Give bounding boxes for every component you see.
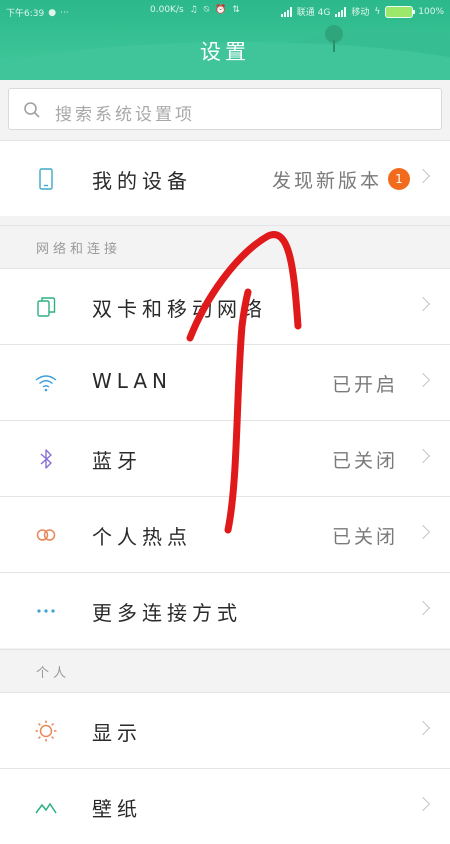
mute-bell-icon: ⍉ (203, 5, 210, 15)
chevron-right-icon (415, 372, 431, 388)
row-value: 已关闭 (331, 526, 398, 548)
status-time: 下午6:39 (6, 9, 45, 19)
section-title: 个人 (36, 666, 71, 681)
hotspot-row[interactable]: 个人热点 已关闭 (0, 497, 450, 573)
section-header-personal: 个人 (0, 649, 450, 693)
charging-icon: ϟ (374, 6, 381, 17)
search-area: 搜索系统设置项 (0, 80, 450, 138)
row-label: 双卡和移动网络 (92, 297, 267, 321)
chevron-right-icon (415, 448, 431, 464)
phone-device-icon (39, 168, 53, 190)
network-speed: 0.00K/s (150, 5, 184, 15)
chevron-right-icon (415, 168, 431, 184)
section-header-network: 网络和连接 (0, 225, 450, 269)
network-group: 双卡和移动网络 WLAN 已开启 蓝牙 已关闭 个人热点 已关闭 更多连接方式 (0, 268, 450, 648)
hotspot-icon (36, 529, 56, 541)
device-group: 我的设备 发现新版本 1 (0, 140, 450, 216)
new-version-text: 发现新版本 (271, 170, 382, 192)
app-header: 下午6:39 ● ··· 0.00K/s ♫ ⍉ ⏰ ⇅ 联通 4G 移动 ϟ … (0, 0, 450, 80)
headphone-icon: ♫ (189, 5, 198, 15)
bluetooth-row[interactable]: 蓝牙 已关闭 (0, 421, 450, 497)
wallpaper-row[interactable]: 壁纸 (0, 769, 450, 844)
row-label: 更多连接方式 (92, 601, 242, 625)
data-transfer-icon: ⇅ (232, 5, 240, 15)
personal-group: 显示 壁纸 (0, 692, 450, 844)
status-bar: 下午6:39 ● ··· 0.00K/s ♫ ⍉ ⏰ ⇅ 联通 4G 移动 ϟ … (0, 0, 450, 24)
signal-icon-2 (335, 6, 347, 17)
battery-percent: 100% (418, 6, 444, 17)
chevron-right-icon (415, 796, 431, 812)
search-placeholder: 搜索系统设置项 (55, 105, 195, 125)
my-device-label: 我的设备 (92, 169, 192, 193)
more-connections-row[interactable]: 更多连接方式 (0, 573, 450, 648)
carrier-label: 联通 4G (296, 8, 331, 18)
row-value: 已关闭 (331, 450, 398, 472)
chevron-right-icon (415, 524, 431, 540)
display-sun-icon (35, 720, 57, 742)
wallpaper-icon (35, 802, 57, 814)
row-label: 蓝牙 (92, 449, 142, 473)
row-label: 壁纸 (92, 797, 142, 821)
row-label: 个人热点 (92, 525, 192, 549)
search-icon (24, 102, 40, 118)
bluetooth-icon (40, 449, 52, 469)
signal-icon (280, 6, 292, 17)
wifi-icon (35, 375, 57, 392)
wlan-row[interactable]: WLAN 已开启 (0, 345, 450, 421)
section-title: 网络和连接 (36, 242, 122, 257)
chevron-right-icon (415, 296, 431, 312)
update-badge: 1 (388, 168, 410, 190)
dual-sim-icon (37, 297, 56, 317)
sidebar-item-dual-sim[interactable]: 双卡和移动网络 (0, 269, 450, 345)
battery-icon (385, 5, 416, 18)
chevron-right-icon (415, 720, 431, 736)
page-title: 设置 (200, 40, 250, 64)
row-label: WLAN (92, 369, 173, 393)
more-dots-icon (37, 609, 55, 613)
my-device-row[interactable]: 我的设备 发现新版本 1 (0, 141, 450, 216)
more-notifications-icon: ··· (60, 7, 69, 18)
row-value: 已开启 (331, 374, 398, 396)
alarm-icon: ⏰ (215, 5, 227, 15)
carrier-label-2: 移动 (351, 8, 370, 18)
row-label: 显示 (92, 721, 142, 745)
qq-icon: ● (48, 7, 57, 18)
display-row[interactable]: 显示 (0, 693, 450, 769)
search-input[interactable]: 搜索系统设置项 (8, 88, 442, 130)
chevron-right-icon (415, 600, 431, 616)
